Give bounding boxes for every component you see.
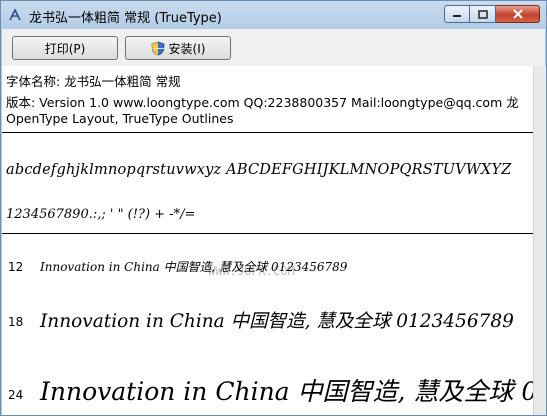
- sample-text-24: Innovation in China 中国智造, 慧及全球 012345678…: [40, 377, 533, 406]
- sample-size-18: 18: [8, 315, 24, 329]
- sample-size-12: 12: [8, 260, 24, 274]
- alphabet-sample: abcdefghjklmnopqrstuvwxyz ABCDEFGHIJKLMN…: [6, 162, 512, 178]
- font-preview-area: 字体名称: 龙书弘一体粗简 常规 版本: Version 1.0 www.loo…: [2, 66, 533, 415]
- font-app-icon: [9, 8, 21, 21]
- window-title: 龙书弘一体粗简 常规 (TrueType): [29, 11, 222, 26]
- digits-sample: 1234567890.:,; ' " (!?) + -*/=: [6, 207, 196, 222]
- tech-line: OpenType Layout, TrueType Outlines: [6, 111, 234, 126]
- maximize-button[interactable]: [470, 5, 496, 23]
- close-icon: [512, 9, 523, 19]
- font-name-line: 字体名称: 龙书弘一体粗简 常规: [6, 74, 181, 89]
- title-bar[interactable]: 龙书弘一体粗简 常规 (TrueType): [1, 1, 546, 29]
- sample-text-18: Innovation in China 中国智造, 慧及全球 012345678…: [40, 311, 514, 332]
- sample-text-12: Innovation in China 中国智造, 慧及全球 012345678…: [40, 260, 348, 274]
- shield-icon: [151, 41, 164, 55]
- vertical-scrollbar[interactable]: [533, 66, 546, 415]
- divider-bottom: [2, 233, 533, 234]
- version-line: 版本: Version 1.0 www.loongtype.com QQ:223…: [6, 95, 519, 110]
- install-button[interactable]: 安装(I): [125, 36, 231, 60]
- font-viewer-window: 龙书弘一体粗简 常规 (TrueType) 打印(P) 安装(I) 字体名称: …: [0, 0, 547, 416]
- sample-size-24: 24: [8, 388, 24, 402]
- maximize-icon: [477, 9, 488, 19]
- window-controls: [444, 5, 540, 23]
- print-label: 打印(P): [44, 41, 86, 56]
- toolbar: 打印(P) 安装(I): [2, 29, 545, 66]
- print-button[interactable]: 打印(P): [12, 36, 118, 60]
- divider-top: [2, 132, 533, 133]
- minimize-icon: [453, 15, 461, 17]
- minimize-button[interactable]: [444, 5, 470, 23]
- close-button[interactable]: [496, 5, 540, 23]
- install-label: 安装(I): [168, 41, 206, 56]
